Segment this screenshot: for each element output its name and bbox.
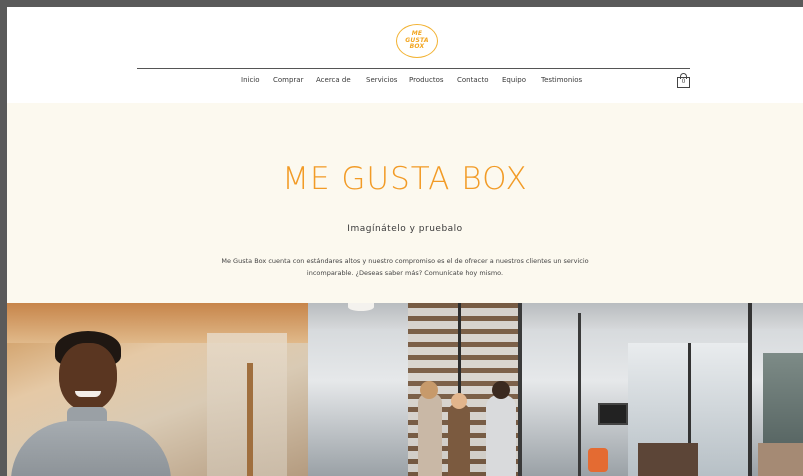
- person-1: [418, 393, 442, 476]
- column-1: [518, 303, 522, 476]
- logo-line-3: BOX: [409, 43, 425, 51]
- column-2: [578, 313, 581, 476]
- header-divider: [137, 68, 690, 69]
- photo-strip: [7, 303, 803, 476]
- page-frame: ME GUSTA BOX Inicio Comprar Acerca de Se…: [7, 7, 803, 476]
- hero-description: Me Gusta Box cuenta con estándares altos…: [177, 255, 633, 279]
- person-1-head: [420, 381, 438, 399]
- hero-section: ME GUSTA BOX Imagínátelo y pruebalo Me G…: [7, 103, 803, 303]
- nav-item-equipo[interactable]: Equipo: [502, 76, 526, 84]
- hero-subtitle: Imagínátelo y pruebalo: [347, 224, 463, 234]
- nav-item-comprar[interactable]: Comprar: [273, 76, 303, 84]
- person-3: [486, 395, 516, 476]
- ceiling-lamp: [348, 303, 374, 311]
- office-team-photo: [308, 303, 803, 476]
- woman-smile: [75, 391, 101, 397]
- seated-people: [638, 443, 698, 476]
- orange-chair: [588, 448, 608, 472]
- nav-item-inicio[interactable]: Inicio: [241, 76, 260, 84]
- nav-item-servicios[interactable]: Servicios: [366, 76, 397, 84]
- nav-item-testimonios[interactable]: Testimonios: [541, 76, 582, 84]
- shopping-bag-icon[interactable]: 0: [677, 73, 690, 88]
- nav-item-acerca-de[interactable]: Acerca de: [316, 76, 351, 84]
- site-header: ME GUSTA BOX Inicio Comprar Acerca de Se…: [7, 7, 803, 103]
- woman-sweater: [11, 421, 171, 476]
- person-3-head: [492, 381, 510, 399]
- hero-title: ME GUSTA BOX: [282, 161, 528, 197]
- smiling-woman-photo: [7, 303, 308, 476]
- person-2-head: [451, 393, 467, 409]
- hero-description-line-1: Me Gusta Box cuenta con estándares altos…: [221, 257, 589, 265]
- person-2: [448, 403, 470, 476]
- nav-item-contacto[interactable]: Contacto: [457, 76, 489, 84]
- cart-count: 0: [681, 79, 686, 85]
- column-4: [748, 303, 752, 476]
- seated-person-right: [758, 443, 803, 476]
- wood-pillar: [247, 363, 253, 476]
- woman-face: [59, 343, 117, 411]
- wall-monitor: [598, 403, 628, 425]
- office-ceiling: [308, 303, 803, 329]
- hero-description-line-2: incomparable. ¿Deseas saber más? Comuníc…: [306, 269, 504, 277]
- brand-logo[interactable]: ME GUSTA BOX: [396, 24, 438, 58]
- nav-item-productos[interactable]: Productos: [409, 76, 444, 84]
